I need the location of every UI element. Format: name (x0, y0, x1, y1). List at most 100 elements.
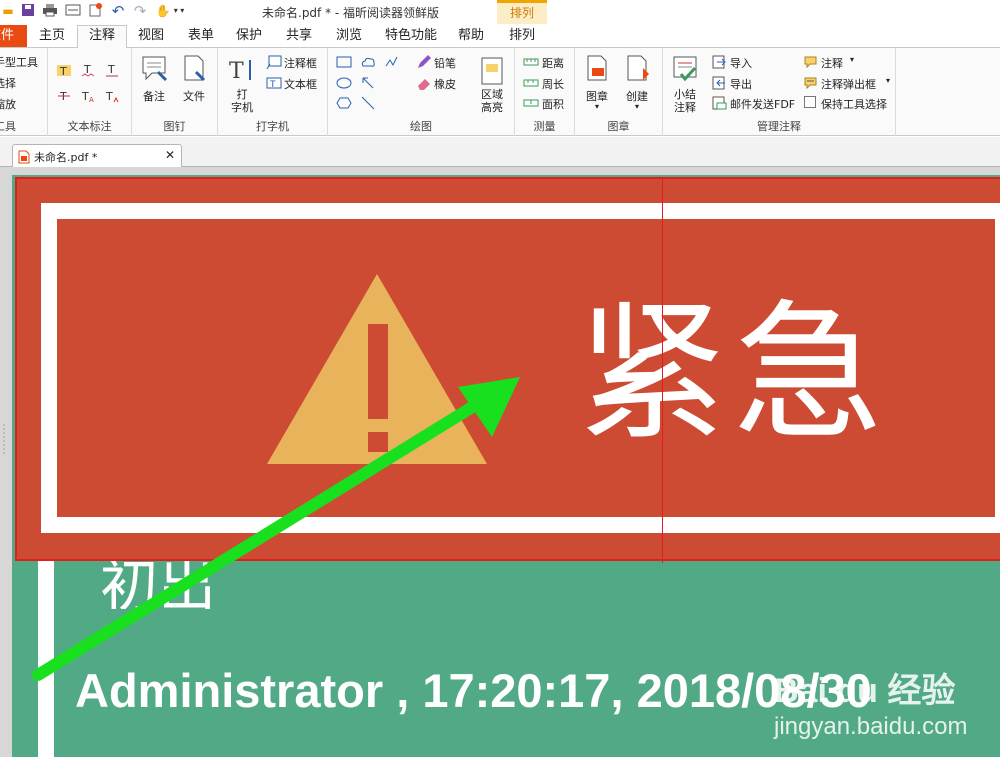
area-highlight-button[interactable]: 区域 高亮 (472, 88, 512, 114)
undo-icon[interactable]: ↶ (110, 3, 126, 19)
tab-annotate-label: 注释 (88, 28, 115, 43)
zoom-tool-button[interactable]: 缩放 (0, 96, 16, 112)
eraser-icon[interactable] (416, 75, 432, 91)
close-tab-icon[interactable]: ✕ (165, 148, 175, 162)
summarize-comments-button[interactable]: 小结 注释 (665, 88, 705, 114)
replace-text-icon[interactable]: TA (80, 88, 96, 104)
hand-tool-icon[interactable]: ✋ (155, 3, 171, 19)
annotations-button[interactable]: 注释 (821, 55, 843, 71)
navigation-panel-edge[interactable] (0, 167, 12, 757)
document-tab[interactable]: 未命名.pdf * ✕ (12, 144, 182, 167)
export-icon[interactable] (711, 75, 727, 91)
group-drawing-label: 绘图 (410, 120, 432, 133)
save-icon[interactable] (20, 3, 36, 19)
file-attachment-button[interactable]: 文件 (174, 88, 214, 104)
svg-text:A: A (89, 96, 94, 104)
tab-view[interactable]: 视图 (130, 26, 172, 48)
tab-form-label: 表单 (187, 28, 214, 43)
tab-help[interactable]: 帮助 (450, 26, 492, 48)
squiggly-underline-icon[interactable]: T (80, 62, 96, 78)
popup-icon[interactable] (803, 75, 819, 91)
arrow-icon[interactable] (360, 75, 376, 91)
note-button[interactable]: 备注 (134, 88, 174, 104)
redo-icon[interactable]: ↷ (132, 3, 148, 19)
tab-file[interactable]: 文件 (0, 25, 27, 47)
document-viewer[interactable]: 初出 Administrator , 17:20:17, 2018/08/30 … (0, 167, 1000, 757)
group-tools: 手型工具 选择 缩放 工具 (0, 48, 48, 136)
keep-tool-label: 保持工具选择 (821, 98, 887, 111)
typewriter-button[interactable]: 打 字机 (224, 88, 260, 114)
summary-icon[interactable] (671, 54, 699, 84)
select-tool-button[interactable]: 选择 (0, 75, 16, 91)
tab-form[interactable]: 表单 (180, 26, 222, 48)
annotations-dropdown-icon[interactable]: ▾ (850, 55, 854, 64)
textbox-button[interactable]: 文本框 (284, 76, 317, 92)
tab-share-label: 共享 (285, 28, 312, 43)
distance-icon[interactable] (523, 54, 539, 70)
underline-text-icon[interactable]: T (104, 62, 120, 78)
foxit-reader-window: ▬ ↶ ↷ ✋ ▾ ▾ 未命名.pdf * - 福昕阅读器领鲜版 排列 文件 主… (0, 0, 1000, 757)
tab-annotate[interactable]: 注释 (77, 25, 127, 49)
document-tab-strip: 未命名.pdf * ✕ (0, 137, 1000, 167)
area-highlight-icon[interactable] (478, 56, 506, 86)
tab-features[interactable]: 特色功能 (380, 26, 442, 48)
callout-icon[interactable] (266, 54, 282, 70)
line-icon[interactable] (360, 95, 376, 111)
popup-notes-button[interactable]: 注释弹出框 (821, 76, 876, 92)
open-folder-icon[interactable]: ▬ (0, 3, 16, 19)
eraser-button[interactable]: 橡皮 (434, 76, 456, 92)
annotations-icon[interactable] (803, 54, 819, 70)
warning-triangle-icon (267, 274, 487, 464)
export-button[interactable]: 导出 (730, 76, 752, 92)
tab-arrange[interactable]: 排列 (500, 26, 544, 48)
svg-text:T: T (229, 59, 244, 84)
area-icon[interactable] (523, 95, 539, 111)
urgent-stamp-annotation[interactable]: 紧急 (15, 177, 1000, 563)
new-doc-icon[interactable] (87, 3, 103, 19)
oval-icon[interactable] (336, 75, 352, 91)
pencil-button[interactable]: 铅笔 (434, 55, 456, 71)
squiggle-icon[interactable] (384, 54, 400, 70)
distance-button[interactable]: 距离 (542, 55, 564, 71)
stamp-dropdown-icon[interactable]: ▾ (577, 102, 617, 111)
email-fdf-icon[interactable] (711, 95, 727, 111)
ribbon: 手型工具 选择 缩放 工具 T T T T TA T 文本标注 备注 文件 图钉… (0, 48, 1000, 136)
stamp-icon[interactable] (583, 54, 611, 84)
group-manage-annotations: 小结 注释 导入 导出 邮件发送FDF 注释 ▾ 注释弹出框 ▾ 保持工具选择 … (663, 48, 896, 136)
document-tab-label: 未命名.pdf * (34, 151, 98, 164)
callout-button[interactable]: 注释框 (284, 55, 317, 71)
tab-home[interactable]: 主页 (31, 26, 73, 48)
textbox-icon[interactable]: T (266, 75, 282, 91)
polygon-icon[interactable] (336, 95, 352, 111)
customize-icon[interactable]: ▾ ▾ (171, 3, 187, 19)
tab-share[interactable]: 共享 (278, 26, 320, 48)
tab-browse[interactable]: 浏览 (328, 26, 370, 48)
hand-tool-button[interactable]: 手型工具 (0, 54, 38, 70)
keep-tool-checkbox[interactable] (804, 96, 816, 108)
note-icon[interactable] (140, 54, 168, 84)
insert-text-icon[interactable]: T (104, 88, 120, 104)
tab-home-label: 主页 (38, 28, 65, 43)
print-icon[interactable] (42, 3, 58, 19)
group-typewriter-label: 打字机 (256, 120, 289, 133)
pencil-icon[interactable] (416, 54, 432, 70)
cloud-icon[interactable] (360, 54, 376, 70)
highlight-text-icon[interactable]: T (56, 62, 72, 78)
typewriter-icon[interactable]: T (228, 56, 256, 86)
email-fdf-button[interactable]: 邮件发送FDF (730, 96, 795, 112)
perimeter-button[interactable]: 周长 (542, 76, 564, 92)
area-button[interactable]: 面积 (542, 96, 564, 112)
strikeout-text-icon[interactable]: T (56, 88, 72, 104)
svg-text:T: T (269, 80, 276, 90)
pdf-page: 初出 Administrator , 17:20:17, 2018/08/30 … (12, 175, 1000, 757)
file-attachment-icon[interactable] (180, 54, 208, 84)
create-stamp-icon[interactable] (623, 54, 651, 84)
tab-protect[interactable]: 保护 (228, 26, 270, 48)
rectangle-icon[interactable] (336, 54, 352, 70)
import-button[interactable]: 导入 (730, 55, 752, 71)
perimeter-icon[interactable] (523, 75, 539, 91)
create-dropdown-icon[interactable]: ▾ (617, 102, 657, 111)
scan-icon[interactable] (65, 3, 81, 19)
popup-dropdown-icon[interactable]: ▾ (886, 76, 890, 85)
import-icon[interactable] (711, 54, 727, 70)
